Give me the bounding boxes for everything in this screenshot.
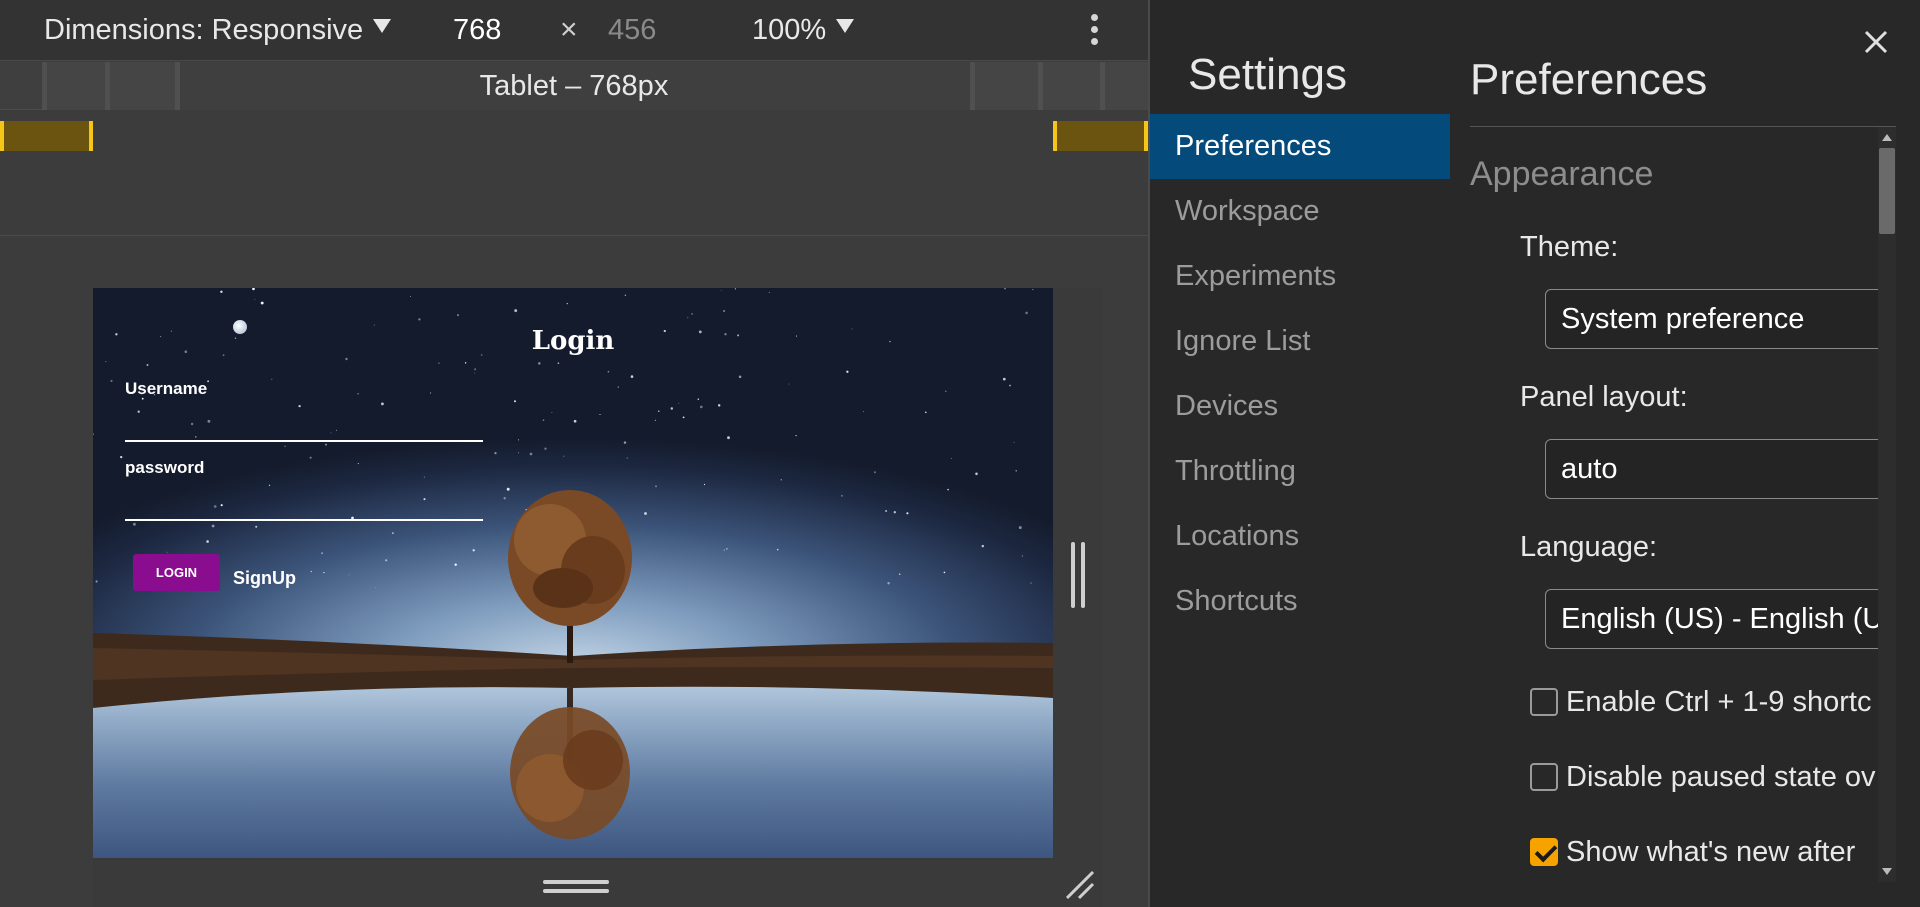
checkbox-label: Show what's new after bbox=[1566, 836, 1856, 868]
height-input[interactable]: 456 bbox=[608, 12, 656, 48]
device-toolbar: Dimensions: Responsive 768 × 456 100% bbox=[0, 0, 1148, 61]
width-input[interactable]: 768 bbox=[453, 12, 501, 48]
checkbox-label: Disable paused state ov bbox=[1566, 761, 1876, 793]
zoom-label: 100% bbox=[752, 14, 827, 46]
zoom-dropdown[interactable]: 100% bbox=[752, 12, 855, 48]
appearance-heading: Appearance bbox=[1470, 155, 1654, 193]
username-label: Username bbox=[125, 379, 208, 398]
breakpoint-marker[interactable] bbox=[1055, 121, 1148, 151]
media-query-bar[interactable]: Tablet – 768px bbox=[0, 62, 1148, 110]
device-emulation-panel: Dimensions: Responsive 768 × 456 100% Ta… bbox=[0, 0, 1148, 907]
preferences-content: Appearance Theme: System preference Pane… bbox=[1470, 127, 1896, 907]
signup-link[interactable]: SignUp bbox=[233, 568, 296, 589]
emulated-viewport-frame: Login Username password LOGIN SignUp bbox=[93, 288, 1103, 907]
nav-item-shortcuts[interactable]: Shortcuts bbox=[1150, 569, 1450, 634]
nav-item-locations[interactable]: Locations bbox=[1150, 504, 1450, 569]
whats-new-checkbox[interactable] bbox=[1530, 838, 1558, 866]
nav-item-experiments[interactable]: Experiments bbox=[1150, 244, 1450, 309]
breakpoint-edge bbox=[0, 121, 4, 151]
checkbox-label: Enable Ctrl + 1-9 shortc bbox=[1566, 686, 1872, 718]
nav-item-ignore-list[interactable]: Ignore List bbox=[1150, 309, 1450, 374]
language-select[interactable]: English (US) - English (U bbox=[1545, 589, 1896, 649]
paused-overlay-checkbox[interactable] bbox=[1530, 763, 1558, 791]
password-label: password bbox=[125, 458, 205, 477]
resize-handle-right-icon[interactable] bbox=[1071, 542, 1087, 608]
breakpoint-ruler bbox=[0, 111, 1148, 236]
login-heading: Login bbox=[531, 326, 615, 356]
media-query-label: Tablet – 768px bbox=[479, 70, 669, 102]
nav-item-preferences[interactable]: Preferences bbox=[1150, 114, 1450, 179]
resize-corner-icon[interactable] bbox=[1063, 868, 1095, 900]
more-vertical-icon[interactable] bbox=[1086, 12, 1102, 48]
ctrl-shortcuts-checkbox[interactable] bbox=[1530, 688, 1558, 716]
username-input[interactable] bbox=[125, 440, 483, 442]
nav-item-workspace[interactable]: Workspace bbox=[1150, 179, 1450, 244]
breakpoint-marker[interactable] bbox=[0, 121, 92, 151]
panel-layout-select[interactable]: auto bbox=[1545, 439, 1896, 499]
panel-layout-label: Panel layout: bbox=[1520, 381, 1688, 413]
language-label: Language: bbox=[1520, 531, 1658, 563]
checkbox-row[interactable]: Disable paused state ov bbox=[1530, 760, 1876, 794]
breakpoint-edge bbox=[1053, 121, 1057, 151]
checkbox-row[interactable]: Show what's new after bbox=[1530, 835, 1855, 869]
scroll-down-icon[interactable] bbox=[1882, 868, 1892, 875]
preferences-title: Preferences bbox=[1470, 55, 1708, 104]
times-icon: × bbox=[560, 13, 578, 46]
login-button[interactable]: LOGIN bbox=[133, 554, 220, 591]
dimensions-dropdown[interactable]: Dimensions: Responsive bbox=[44, 12, 392, 48]
scrollbar[interactable] bbox=[1878, 127, 1896, 882]
theme-select[interactable]: System preference bbox=[1545, 289, 1896, 349]
checkbox-row[interactable]: Enable Ctrl + 1-9 shortc bbox=[1530, 685, 1871, 719]
close-icon[interactable] bbox=[1858, 24, 1894, 60]
resize-handle-bottom-icon[interactable] bbox=[543, 880, 609, 894]
settings-title: Settings bbox=[1188, 50, 1347, 99]
settings-panel: Settings Preferences Workspace Experimen… bbox=[1150, 0, 1920, 907]
scrollbar-thumb[interactable] bbox=[1879, 148, 1895, 234]
settings-nav: Preferences Workspace Experiments Ignore… bbox=[1150, 114, 1450, 634]
chevron-down-icon bbox=[836, 19, 855, 33]
password-input[interactable] bbox=[125, 519, 483, 521]
chevron-down-icon bbox=[373, 19, 392, 33]
dimensions-label: Dimensions: Responsive bbox=[44, 14, 364, 46]
nav-item-devices[interactable]: Devices bbox=[1150, 374, 1450, 439]
breakpoint-edge bbox=[89, 121, 93, 151]
theme-label: Theme: bbox=[1520, 231, 1619, 263]
emulated-page: Login Username password LOGIN SignUp bbox=[93, 288, 1053, 858]
nav-item-throttling[interactable]: Throttling bbox=[1150, 439, 1450, 504]
scroll-up-icon[interactable] bbox=[1882, 134, 1892, 141]
